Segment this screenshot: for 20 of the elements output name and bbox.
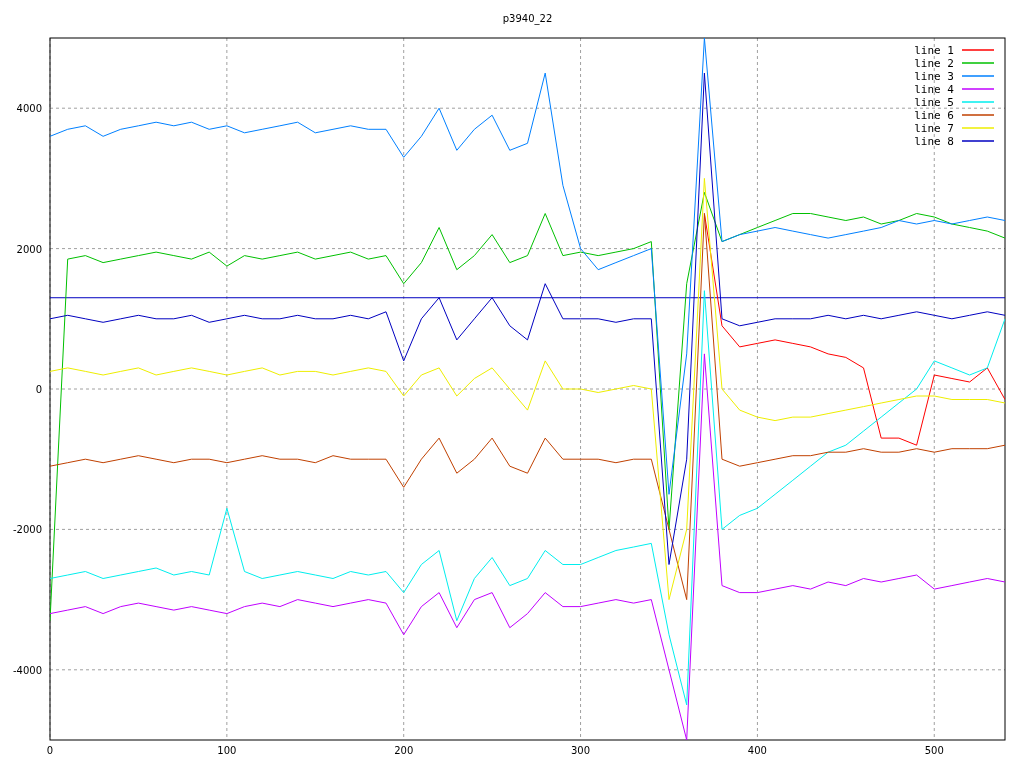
- y-tick-label: 2000: [16, 243, 42, 255]
- x-tick-label: 0: [46, 745, 54, 756]
- x-tick-label: 400: [747, 745, 767, 756]
- y-tick-label: 0: [35, 384, 42, 395]
- x-tick-label: 500: [924, 745, 944, 756]
- legend-label: line 8: [914, 135, 954, 148]
- legend-label: line 3: [914, 70, 954, 83]
- x-tick-label: 100: [217, 745, 237, 756]
- legend-label: line 4: [914, 83, 954, 96]
- chart-title: p3940_22: [502, 13, 553, 24]
- legend-label: line 5: [914, 96, 954, 109]
- x-tick-label: 200: [394, 745, 414, 756]
- y-tick-label: 4000: [16, 103, 42, 115]
- y-tick-label: -4000: [12, 664, 42, 676]
- legend-label: line 7: [914, 122, 954, 135]
- y-tick-label: -2000: [12, 524, 42, 536]
- legend-label: line 1: [914, 44, 954, 57]
- legend-label: line 6: [914, 109, 954, 122]
- legend-label: line 2: [914, 57, 954, 70]
- x-tick-label: 300: [571, 745, 591, 756]
